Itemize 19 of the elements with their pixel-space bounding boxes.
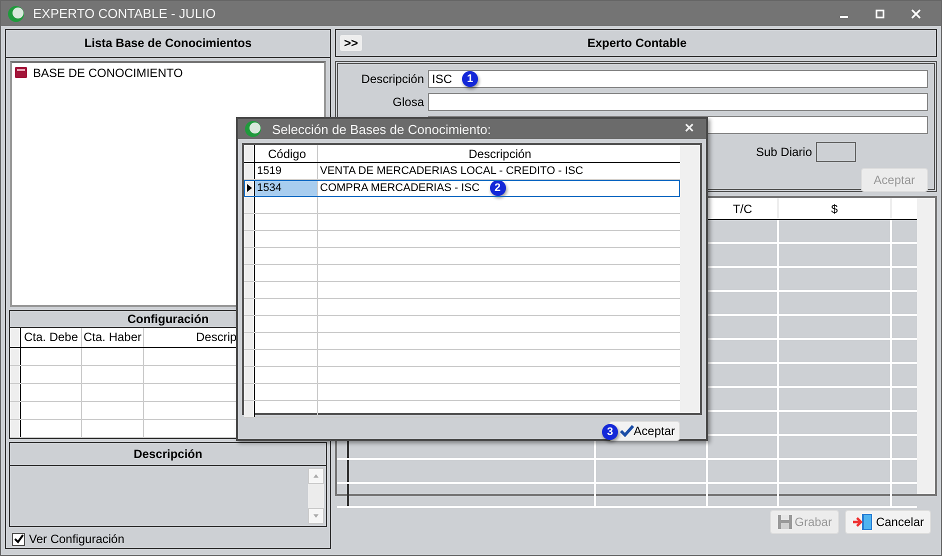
table-cell: 1519 bbox=[255, 163, 318, 179]
step-badge: 3 bbox=[602, 424, 618, 440]
section-header: Descripción bbox=[10, 442, 326, 466]
dialog-title: Selección de Bases de Conocimiento: bbox=[272, 122, 491, 136]
field-label: Sub Diario bbox=[756, 145, 812, 159]
table-cell: 1534 bbox=[255, 180, 318, 196]
window-title: EXPERTO CONTABLE - JULIO bbox=[33, 6, 216, 21]
field-label: Glosa bbox=[392, 95, 425, 109]
table-cell-text: VENTA DE MERCADERIAS LOCAL - CREDITO - ISC bbox=[319, 164, 584, 179]
panel-header: >> Experto Contable bbox=[335, 29, 937, 57]
column-header: Código bbox=[255, 145, 318, 162]
table-cell: COMPRA MERCADERIAS - ISC 2 bbox=[318, 180, 680, 196]
step-badge: 1 bbox=[462, 71, 478, 87]
field-label: Descripción bbox=[360, 72, 425, 86]
step-badge: 2 bbox=[490, 180, 506, 196]
column-header: Cta. Haber bbox=[82, 328, 144, 347]
column-header: $ bbox=[779, 198, 892, 219]
column-header: Cta. Debe bbox=[21, 328, 82, 347]
column-header: Descripción bbox=[468, 146, 532, 162]
